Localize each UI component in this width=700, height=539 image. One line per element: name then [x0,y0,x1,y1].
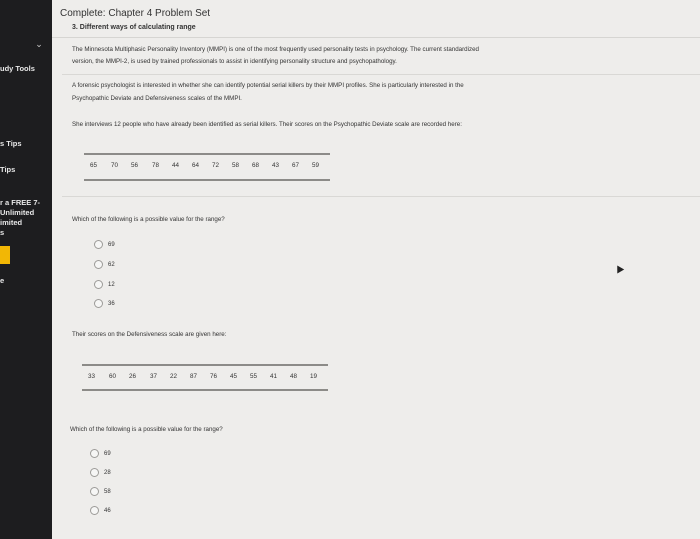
sidebar-item-tips-1[interactable]: s Tips [0,139,22,148]
pd-score: 59 [312,162,320,169]
pd-score: 78 [152,162,160,169]
def-score: 33 [88,373,96,380]
promo-extra: s [0,228,5,237]
promo-free-trial[interactable]: r a FREE 7- [0,198,40,207]
pd-score: 70 [111,162,119,169]
q2-option-4[interactable]: 46 [90,506,111,515]
chevron-down-icon[interactable]: ⌄ [34,39,44,49]
pd-score: 58 [232,162,240,169]
def-score: 22 [170,373,178,380]
q2-option-1[interactable]: 69 [90,449,111,458]
problem-title: 3. Different ways of calculating range [72,24,196,31]
def-score: 19 [310,373,318,380]
q1-option-3[interactable]: 12 [94,280,115,289]
radio-button[interactable] [94,299,103,308]
def-score: 76 [210,373,218,380]
q2-option-3[interactable]: 58 [90,487,111,496]
intro-paragraph-3: She interviews 12 people who have alread… [72,121,462,128]
pd-score: 65 [90,162,98,169]
sidebar-item-tips-2[interactable]: Tips [0,165,15,174]
question-2-prompt: Which of the following is a possible val… [70,426,223,433]
left-sidebar: ⌄ udy Tools s Tips Tips r a FREE 7- Unli… [0,0,52,539]
q2-option-4-label: 46 [104,507,111,514]
intro-paragraph-1-line-2: version, the MMPI-2, is used by trained … [72,58,397,65]
def-score: 60 [109,373,117,380]
q2-option-2-label: 28 [104,469,111,476]
intro-paragraph-1-line-1: The Minnesota Multiphasic Personality In… [72,46,479,53]
def-score: 45 [230,373,238,380]
q1-option-4-label: 36 [108,300,115,307]
q2-option-2[interactable]: 28 [90,468,111,477]
problem-page: Complete: Chapter 4 Problem Set 3. Diffe… [52,0,700,539]
radio-button[interactable] [94,260,103,269]
q1-option-1-label: 69 [108,241,115,248]
radio-button[interactable] [94,280,103,289]
pd-scores-row: 65 70 56 78 44 64 72 58 68 43 67 59 [90,162,332,169]
def-score: 87 [190,373,198,380]
sidebar-item-more[interactable]: e [0,276,4,285]
promo-limited: imited [0,218,23,227]
def-scores-row: 33 60 26 37 22 87 76 45 55 41 48 19 [88,373,330,380]
q1-option-2-label: 62 [108,261,115,268]
radio-button[interactable] [90,468,99,477]
question-1-prompt: Which of the following is a possible val… [72,216,225,223]
page-header: Complete: Chapter 4 Problem Set 3. Diffe… [52,0,700,38]
intro-paragraph-2-line-2: Psychopathic Deviate and Defensiveness s… [72,95,242,102]
def-score: 37 [150,373,158,380]
q1-option-1[interactable]: 69 [94,240,115,249]
radio-button[interactable] [90,506,99,515]
pd-score: 44 [172,162,180,169]
pd-score: 67 [292,162,300,169]
q2-option-1-label: 69 [104,450,111,457]
intro-paragraph-2-line-1: A forensic psychologist is interested in… [72,82,464,89]
q2-option-3-label: 58 [104,488,111,495]
q1-option-3-label: 12 [108,281,115,288]
page-title: Complete: Chapter 4 Problem Set [60,8,211,19]
q1-option-2[interactable]: 62 [94,260,115,269]
pd-table-bottom-rule [84,179,330,181]
defensiveness-intro: Their scores on the Defensiveness scale … [72,331,227,338]
pd-score: 64 [192,162,200,169]
divider [62,74,700,75]
q1-option-4[interactable]: 36 [94,299,115,308]
pd-score: 72 [212,162,220,169]
def-score: 48 [290,373,298,380]
pd-score: 68 [252,162,260,169]
promo-button-marker: ● [2,250,7,259]
radio-button[interactable] [94,240,103,249]
divider [62,196,700,197]
pd-score: 56 [131,162,139,169]
def-table-top-rule [82,364,328,366]
radio-button[interactable] [90,487,99,496]
def-table-bottom-rule [82,389,328,391]
def-score: 55 [250,373,258,380]
def-score: 41 [270,373,278,380]
promo-unlimited: Unlimited [0,208,35,217]
def-score: 26 [129,373,137,380]
pd-table-top-rule [84,153,330,155]
radio-button[interactable] [90,449,99,458]
pd-score: 43 [272,162,280,169]
sidebar-item-study-tools[interactable]: udy Tools [0,64,35,73]
